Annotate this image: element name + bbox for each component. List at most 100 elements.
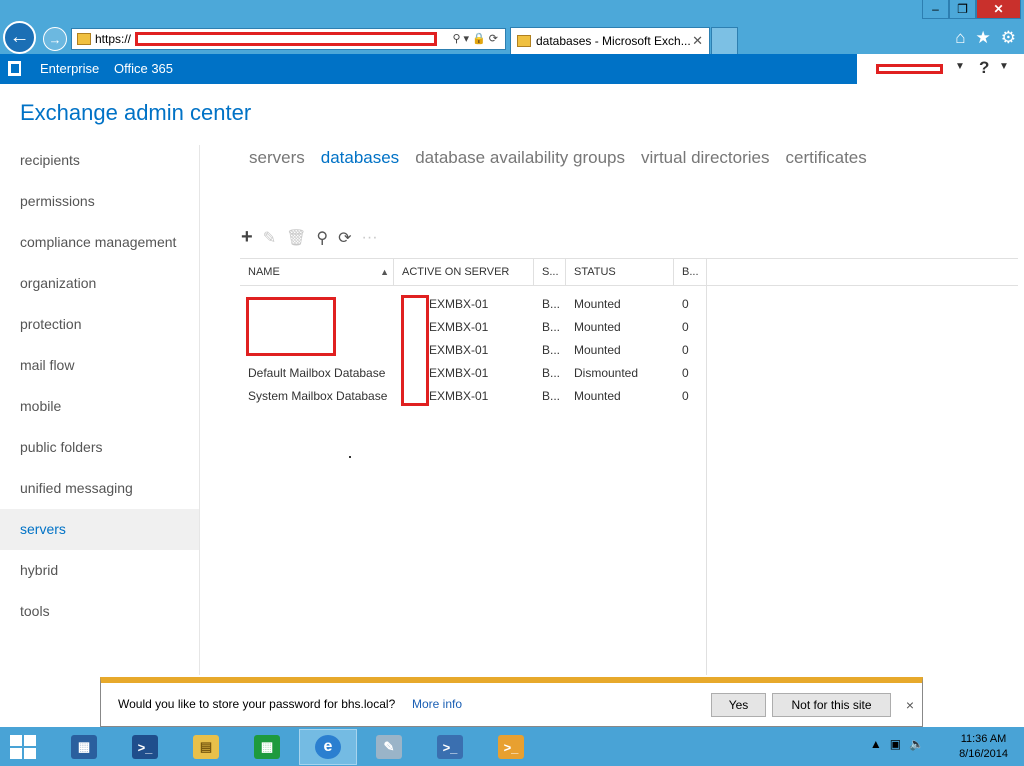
sidebar-item-unified-messaging[interactable]: unified messaging [0, 468, 199, 509]
column-header-server[interactable]: ACTIVE ON SERVER [394, 259, 534, 286]
chevron-down-icon[interactable]: ▼ [999, 61, 1009, 72]
back-button[interactable]: ← [3, 21, 36, 54]
grid-header: NAME ▲ ACTIVE ON SERVER S... STATUS B... [240, 258, 1018, 286]
cell-s: B... [542, 366, 561, 380]
cell-server: EXMBX-01 [429, 366, 489, 380]
cell-s: B... [542, 297, 561, 311]
office-logo-icon[interactable] [8, 61, 21, 76]
settings-gear-icon[interactable]: ⚙ [1001, 28, 1016, 48]
delete-icon[interactable]: 🗑 [286, 228, 306, 248]
column-header-name[interactable]: NAME ▲ [240, 259, 394, 286]
sidebar-divider [199, 145, 200, 675]
server-manager-icon[interactable]: ▦ [55, 729, 113, 765]
browser-chrome: ‒ ❐ ✕ ← → https:// ⚲▾🔒⟳ databases - Micr… [0, 0, 1024, 54]
cell-server: EXMBX-01 [429, 343, 489, 357]
volume-muted-icon[interactable]: 🔈 [909, 737, 924, 751]
favorites-star-icon[interactable]: ★ [976, 28, 991, 48]
address-prefix: https:// [95, 32, 132, 46]
nav-office365[interactable]: Office 365 [114, 61, 173, 76]
edit-icon[interactable]: ✎ [263, 228, 276, 248]
column-header-s[interactable]: S... [534, 259, 566, 286]
cell-b: 0 [682, 320, 689, 334]
close-window-button[interactable]: ✕ [976, 0, 1021, 19]
tab-dag[interactable]: database availability groups [415, 148, 625, 168]
redacted-url [135, 32, 438, 46]
tab-close-icon[interactable]: ✕ [692, 33, 703, 49]
table-row[interactable]: System Mailbox Database EXMBX-01 B... Mo… [240, 385, 706, 408]
powershell-ise-icon[interactable]: >_ [421, 729, 479, 765]
cell-s: B... [542, 343, 561, 357]
cell-status: Mounted [574, 320, 621, 334]
table-row[interactable]: Default Mailbox Database EXMBX-01 B... D… [240, 362, 706, 385]
clock-date: 8/16/2014 [959, 748, 1008, 760]
column-label: NAME [248, 266, 280, 278]
browser-tab-databases[interactable]: databases - Microsoft Exch... ✕ [510, 27, 710, 54]
sort-ascending-icon: ▲ [380, 267, 389, 277]
sidebar-item-recipients[interactable]: recipients [0, 140, 199, 181]
address-tools-icon[interactable]: ⚲▾🔒⟳ [453, 32, 502, 45]
show-hidden-icons-icon[interactable]: ▲ [870, 737, 882, 751]
close-icon[interactable]: × [906, 697, 914, 713]
restore-button[interactable]: ❐ [949, 0, 976, 19]
more-icon[interactable]: ··· [362, 229, 378, 247]
sidebar-item-tools[interactable]: tools [0, 591, 199, 632]
column-header-status[interactable]: STATUS [566, 259, 674, 286]
sidebar-item-permissions[interactable]: permissions [0, 181, 199, 222]
page-title: Exchange admin center [20, 100, 252, 125]
not-for-this-site-button[interactable]: Not for this site [772, 693, 891, 717]
yes-button[interactable]: Yes [711, 693, 766, 717]
chevron-down-icon[interactable]: ▼ [955, 61, 965, 72]
notepad-icon[interactable]: ✎ [360, 729, 418, 765]
store-icon[interactable]: ▦ [238, 729, 296, 765]
details-pane-divider [706, 286, 707, 675]
tab-databases[interactable]: databases [321, 148, 399, 168]
sidebar-item-protection[interactable]: protection [0, 304, 199, 345]
cell-status: Mounted [574, 297, 621, 311]
site-favicon-icon [77, 33, 91, 45]
sidebar-item-public-folders[interactable]: public folders [0, 427, 199, 468]
powershell-icon[interactable]: >_ [116, 729, 174, 765]
cell-name: Default Mailbox Database [248, 366, 386, 380]
system-tray: ▲ ▣ 🔈 [870, 737, 924, 751]
exchange-shell-icon[interactable]: >_ [482, 729, 540, 765]
clock[interactable]: 11:36 AM 8/16/2014 [959, 732, 1008, 762]
more-info-link[interactable]: More info [412, 697, 462, 711]
new-tab-button[interactable] [711, 27, 738, 54]
network-icon[interactable]: ▣ [890, 737, 901, 751]
start-windows-icon[interactable] [10, 735, 37, 759]
tab-favicon-icon [517, 35, 531, 47]
forward-button[interactable]: → [43, 27, 67, 51]
address-bar[interactable]: https:// ⚲▾🔒⟳ [71, 28, 506, 50]
sidebar-item-hybrid[interactable]: hybrid [0, 550, 199, 591]
internet-explorer-icon[interactable]: e [299, 729, 357, 765]
file-explorer-icon[interactable]: ▤ [177, 729, 235, 765]
redacted-username [876, 64, 943, 74]
sidebar-item-organization[interactable]: organization [0, 263, 199, 304]
sidebar-item-compliance[interactable]: compliance management [0, 222, 199, 263]
minimize-button[interactable]: ‒ [922, 0, 949, 19]
tab-virtual-directories[interactable]: virtual directories [641, 148, 770, 168]
help-icon[interactable]: ? [979, 58, 989, 78]
tab-servers[interactable]: servers [249, 148, 305, 168]
column-header-b[interactable]: B... [674, 259, 707, 286]
sidebar-item-mobile[interactable]: mobile [0, 386, 199, 427]
refresh-icon[interactable]: ⟳ [338, 228, 351, 248]
user-menu[interactable]: ▼ ? ▼ [857, 54, 1024, 84]
nav-enterprise[interactable]: Enterprise [40, 61, 99, 76]
search-icon[interactable]: ⚲ [316, 228, 328, 248]
sidebar-item-servers[interactable]: servers [0, 509, 199, 550]
password-save-prompt: Would you like to store your password fo… [100, 677, 923, 727]
add-icon[interactable]: + [241, 226, 253, 249]
sidebar-item-mail-flow[interactable]: mail flow [0, 345, 199, 386]
cell-s: B... [542, 389, 561, 403]
home-icon[interactable]: ⌂ [955, 28, 965, 48]
sidebar: recipients permissions compliance manage… [0, 140, 199, 632]
prompt-message: Would you like to store your password fo… [118, 697, 396, 711]
section-tabs: servers databases database availability … [249, 148, 867, 168]
stray-dot [349, 456, 351, 458]
cell-server: EXMBX-01 [429, 320, 489, 334]
cell-b: 0 [682, 366, 689, 380]
cell-status: Dismounted [574, 366, 639, 380]
tab-certificates[interactable]: certificates [786, 148, 867, 168]
cell-server: EXMBX-01 [429, 297, 489, 311]
